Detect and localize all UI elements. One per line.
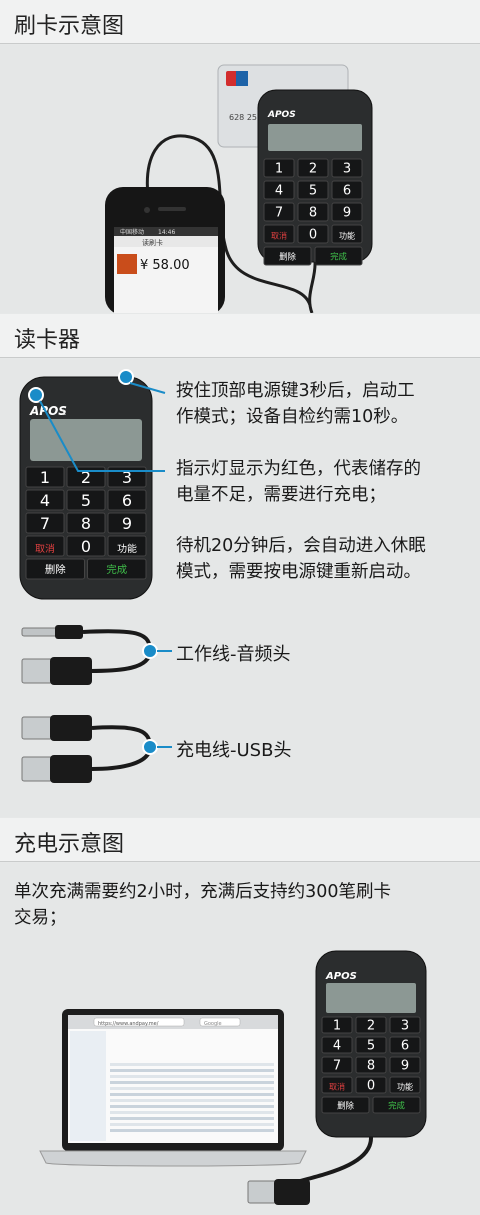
large-key[interactable]: 5 bbox=[81, 491, 91, 510]
page: 刷卡示意图 中国移动 14:46 读刷卡 ¥ 58.00 628 2529 AP… bbox=[0, 0, 480, 1215]
pos-device-large: APOS 2 1 2 34 5 67 8 9取消 0 功能删除 完成 bbox=[19, 376, 153, 600]
small-delete-key[interactable]: 删除 bbox=[279, 251, 296, 261]
sleep-note: 待机20分钟后，会自动进入休眠 模式，需要按电源键重新启动。 bbox=[176, 533, 426, 585]
laptop-table-row bbox=[110, 1087, 274, 1090]
device-model-large: 2 bbox=[62, 409, 66, 417]
laptop-table-row bbox=[110, 1081, 274, 1084]
swipe-illustration: 中国移动 14:46 读刷卡 ¥ 58.00 628 2529 APOS 1 2… bbox=[0, 45, 480, 315]
section-title-swipe: 刷卡示意图 bbox=[14, 14, 125, 39]
small-key[interactable]: 功能 bbox=[339, 231, 355, 241]
charge-delete-key[interactable]: 删除 bbox=[337, 1100, 354, 1110]
charge-key[interactable]: 8 bbox=[367, 1059, 375, 1074]
power-note-line-2: 作模式；设备自检约需10秒。 bbox=[176, 407, 409, 427]
laptop-table-row bbox=[110, 1129, 274, 1132]
section-title-reader: 读卡器 bbox=[14, 328, 81, 353]
charge-key[interactable]: 6 bbox=[401, 1039, 409, 1054]
charge-key[interactable]: 3 bbox=[401, 1019, 409, 1034]
laptop-table-row bbox=[110, 1093, 274, 1096]
charge-key[interactable]: 1 bbox=[333, 1019, 341, 1034]
small-key[interactable]: 4 bbox=[275, 184, 283, 199]
small-key[interactable]: 8 bbox=[309, 206, 317, 221]
charge-key[interactable]: 0 bbox=[367, 1079, 375, 1094]
laptop: https://www.andpay.me/ Google bbox=[39, 1009, 307, 1167]
small-key[interactable]: 0 bbox=[309, 228, 317, 243]
section-header-swipe: 刷卡示意图 bbox=[0, 0, 480, 44]
large-key[interactable]: 1 bbox=[40, 468, 50, 487]
large-key[interactable]: 4 bbox=[40, 491, 50, 510]
charge-cable-label: 充电线-USB头 bbox=[176, 740, 292, 761]
small-key[interactable]: 7 bbox=[275, 206, 283, 221]
small-confirm-key[interactable]: 完成 bbox=[330, 251, 347, 261]
section-header-reader: 读卡器 bbox=[0, 314, 480, 358]
charge-confirm-key[interactable]: 完成 bbox=[388, 1100, 405, 1110]
swipe-diagram: 中国移动 14:46 读刷卡 ¥ 58.00 628 2529 APOS 1 2… bbox=[105, 64, 373, 315]
large-key[interactable]: 0 bbox=[81, 537, 91, 556]
small-key[interactable]: 2 bbox=[309, 162, 317, 177]
small-key[interactable]: 1 bbox=[275, 162, 283, 177]
small-key[interactable]: 3 bbox=[343, 162, 351, 177]
phone-status-time: 14:46 bbox=[158, 229, 175, 236]
laptop-table-row bbox=[110, 1117, 274, 1120]
phone: 中国移动 14:46 读刷卡 ¥ 58.00 bbox=[105, 187, 225, 315]
light-note: 指示灯显示为红色，代表储存的 电量不足，需要进行充电； bbox=[176, 456, 421, 508]
laptop-url: https://www.andpay.me/ bbox=[98, 1021, 159, 1027]
large-key[interactable]: 8 bbox=[81, 514, 91, 533]
charge-key[interactable]: 2 bbox=[367, 1019, 375, 1034]
pos-device-charge: APOS 1 2 3 4 5 6 7 8 9 取消 0 功能删除 完成 bbox=[315, 950, 427, 1138]
light-note-line-2: 电量不足，需要进行充电； bbox=[176, 485, 386, 505]
charge-key[interactable]: 功能 bbox=[397, 1082, 413, 1092]
small-key[interactable]: 取消 bbox=[271, 231, 287, 241]
charge-key[interactable]: 5 bbox=[367, 1039, 375, 1054]
product-thumbnail bbox=[117, 254, 137, 274]
section-title-charge: 充电示意图 bbox=[14, 832, 125, 857]
laptop-table-row bbox=[110, 1099, 274, 1102]
laptop-table-row bbox=[110, 1105, 274, 1108]
large-key[interactable]: 9 bbox=[122, 514, 132, 533]
laptop-table-row bbox=[110, 1123, 274, 1126]
charge-key[interactable]: 取消 bbox=[329, 1082, 345, 1092]
small-key[interactable]: 6 bbox=[343, 184, 351, 199]
charge-key[interactable]: 7 bbox=[333, 1059, 341, 1074]
laptop-search: Google bbox=[204, 1021, 222, 1027]
large-key[interactable]: 功能 bbox=[117, 542, 137, 555]
usb-cable-illustration bbox=[21, 715, 172, 783]
large-confirm-key[interactable]: 完成 bbox=[106, 563, 127, 576]
device-brand: APOS bbox=[267, 110, 296, 120]
sleep-note-line-1: 待机20分钟后，会自动进入休眠 bbox=[176, 536, 426, 556]
small-key[interactable]: 5 bbox=[309, 184, 317, 199]
large-key[interactable]: 6 bbox=[122, 491, 132, 510]
pos-device-small: APOS 1 2 3 4 5 6 7 8 9 取消 0 功能删除 完成 bbox=[257, 89, 373, 266]
charge-key[interactable]: 9 bbox=[401, 1059, 409, 1074]
power-button-dot bbox=[118, 369, 134, 385]
charge-key[interactable]: 4 bbox=[333, 1039, 341, 1054]
charge-diagram: https://www.andpay.me/ Google APOS 1 2 3 4 5… bbox=[39, 950, 427, 1205]
laptop-table-row bbox=[110, 1069, 274, 1072]
section-header-charge: 充电示意图 bbox=[0, 818, 480, 862]
reader-section: APOS 2 1 2 3 4 5 6 7 8 9 取消 0 功能 删除 完成 按… bbox=[0, 359, 480, 817]
laptop-table-row bbox=[110, 1063, 274, 1066]
device-brand-charge: APOS bbox=[325, 971, 357, 982]
indicator-light-dot bbox=[28, 387, 44, 403]
large-key[interactable]: 取消 bbox=[35, 542, 55, 555]
large-key[interactable]: 7 bbox=[40, 514, 50, 533]
sleep-note-line-2: 模式，需要按电源键重新启动。 bbox=[176, 562, 421, 582]
charge-section: 单次充满需要约2小时，充满后支持约300笔刷卡 交易； https://www.… bbox=[0, 863, 480, 1215]
power-note: 按住顶部电源键3秒后，启动工 作模式；设备自检约需10秒。 bbox=[176, 378, 415, 430]
phone-carrier: 中国移动 bbox=[120, 228, 144, 236]
light-note-line-1: 指示灯显示为红色，代表储存的 bbox=[176, 459, 421, 479]
phone-screen-title: 读刷卡 bbox=[142, 238, 163, 247]
audio-cable-illustration bbox=[21, 625, 172, 685]
laptop-table-row bbox=[110, 1075, 274, 1078]
work-cable-label: 工作线-音频头 bbox=[176, 644, 291, 665]
power-note-line-1: 按住顶部电源键3秒后，启动工 bbox=[176, 381, 415, 401]
phone-amount: ¥ 58.00 bbox=[140, 258, 190, 273]
laptop-table-row bbox=[110, 1111, 274, 1114]
large-delete-key[interactable]: 删除 bbox=[45, 563, 66, 576]
small-key[interactable]: 9 bbox=[343, 206, 351, 221]
